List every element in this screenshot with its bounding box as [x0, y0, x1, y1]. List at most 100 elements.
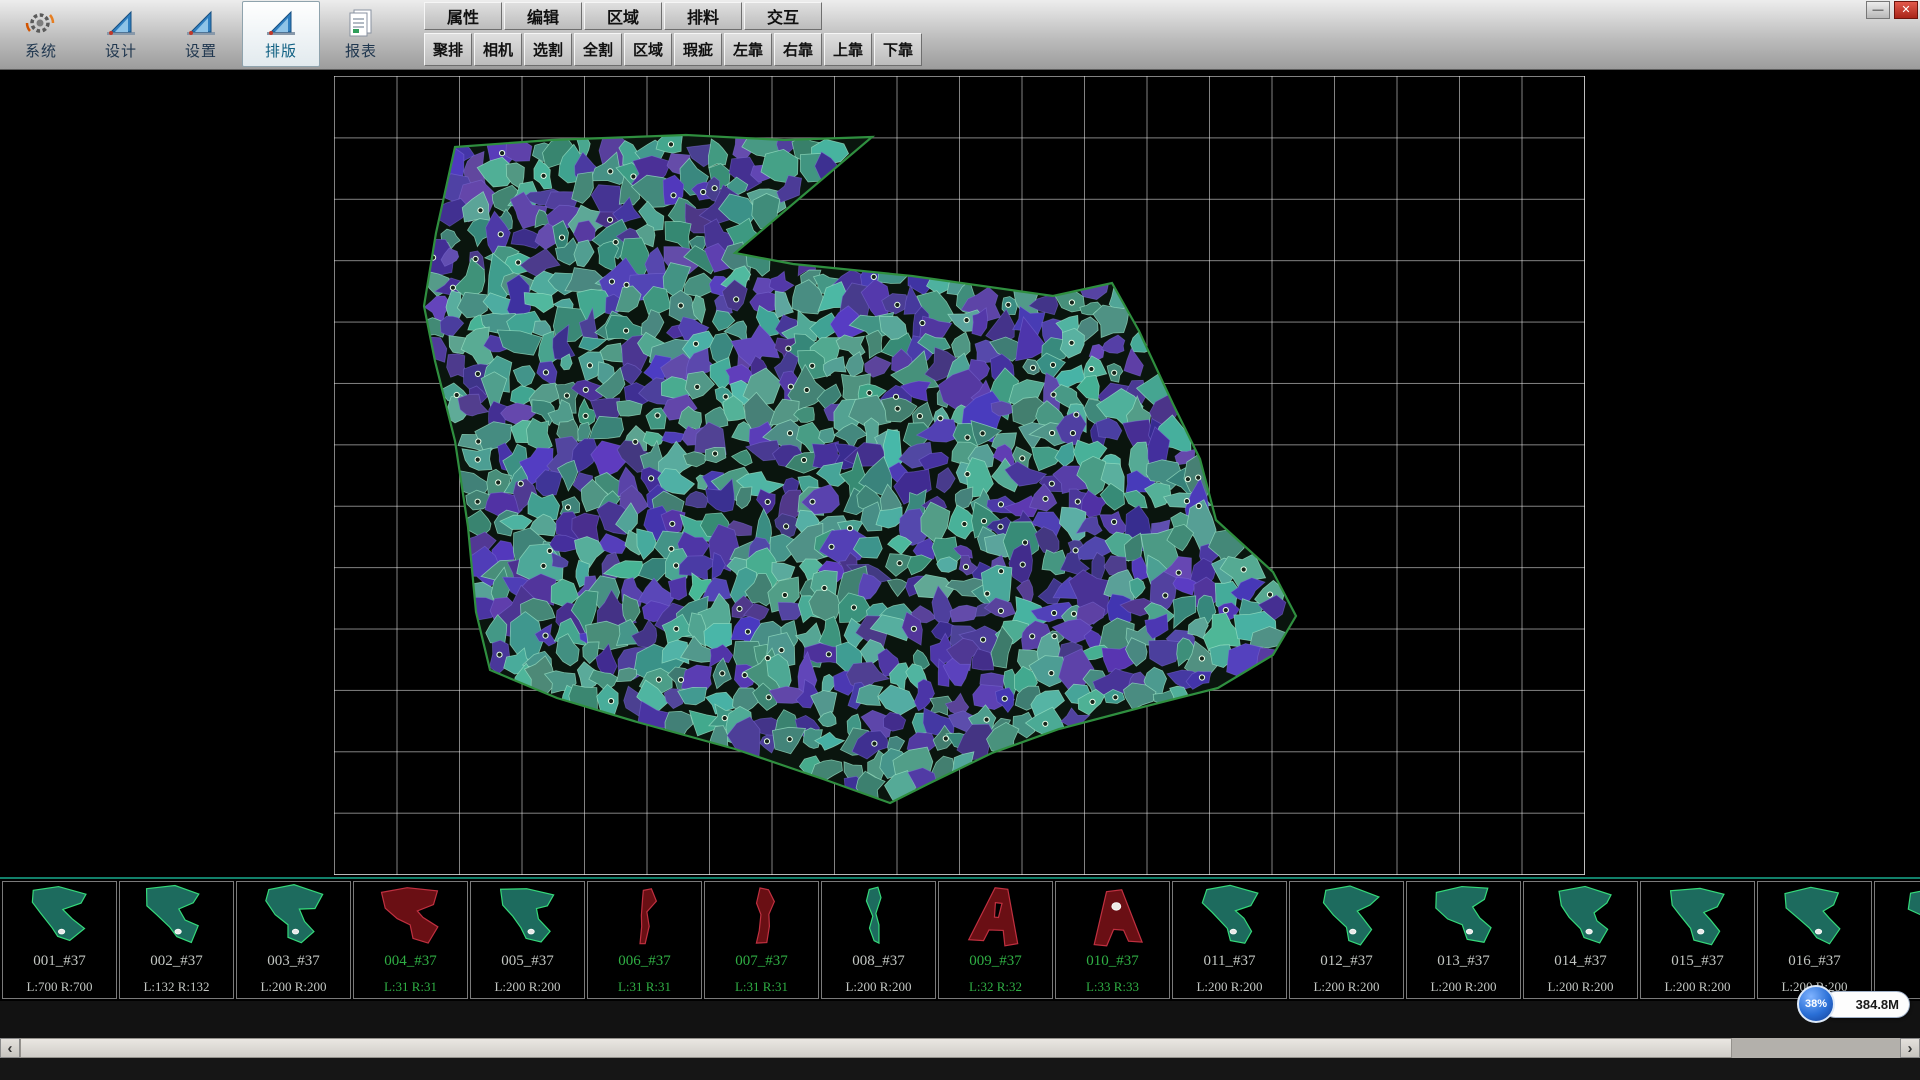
- piece-shape: [1410, 882, 1518, 952]
- piece-thumbnail-5[interactable]: 005_#37 L:200 R:200: [470, 881, 585, 999]
- piece-thumbnail-15[interactable]: 015_#37L:200 R:200: [1640, 881, 1755, 999]
- piece-label: 008_#37: [852, 953, 905, 970]
- piece-thumbnail-10[interactable]: 010_#37L:33 R:33: [1055, 881, 1170, 999]
- piece-lr-count: L:200 R:200: [494, 979, 560, 995]
- tool-button-7[interactable]: 右靠: [774, 33, 822, 66]
- piece-thumbnail-3[interactable]: 003_#37 L:200 R:200: [236, 881, 351, 999]
- app-toolbar: 系统 设计 设置 排版 报表: [2, 1, 402, 69]
- piece-thumbnail-4[interactable]: 004_#37 L:31 R:31: [353, 881, 468, 999]
- piece-label: 001_#37: [33, 953, 86, 970]
- piece-label: 009_#37: [969, 953, 1022, 970]
- nesting-icon: [265, 8, 297, 38]
- piece-label: 005_#37: [501, 953, 554, 970]
- piece-thumbnail-7[interactable]: 007_#37L:31 R:31: [704, 881, 819, 999]
- design-icon: [105, 8, 137, 38]
- app-toolbar-gear[interactable]: 系统: [2, 1, 80, 67]
- app-toolbar-label: 设计: [105, 40, 137, 61]
- app-toolbar-label: 排版: [265, 40, 297, 61]
- app-toolbar-label: 设置: [185, 40, 217, 61]
- settings-icon: [185, 8, 217, 38]
- app-toolbar-design[interactable]: 设计: [82, 1, 160, 67]
- panel-gap: [0, 1001, 1920, 1038]
- tool-button-bar: 聚排相机选割全割区域瑕疵左靠右靠上靠下靠: [424, 33, 924, 66]
- piece-shape: [474, 882, 582, 952]
- app-toolbar-report[interactable]: 报表: [322, 1, 400, 67]
- tool-button-5[interactable]: 瑕疵: [674, 33, 722, 66]
- menu-tab-4[interactable]: 交互: [744, 2, 822, 30]
- piece-shape: [825, 882, 933, 952]
- piece-lr-count: L:200 R:200: [1430, 979, 1496, 995]
- piece-thumbnail-6[interactable]: 006_#37 L:31 R:31: [587, 881, 702, 999]
- scroll-right-arrow[interactable]: ›: [1900, 1038, 1920, 1058]
- piece-lr-count: L:31 R:31: [618, 979, 671, 995]
- piece-shape: [708, 882, 816, 952]
- scrollbar-thumb[interactable]: [20, 1038, 1732, 1058]
- tool-button-0[interactable]: 聚排: [424, 33, 472, 66]
- piece-shape: [1059, 882, 1167, 952]
- piece-label: 004_#37: [384, 953, 437, 970]
- piece-label: 011_#37: [1204, 953, 1256, 970]
- piece-lr-count: L:200 R:200: [1196, 979, 1262, 995]
- leather-hide-layout: [0, 70, 1920, 877]
- piece-lr-count: L:200 R:200: [260, 979, 326, 995]
- piece-shape: [1176, 882, 1284, 952]
- toolbar-area: 系统设计设置排版报表 属性编辑区域排料交互 聚排相机选割全割区域瑕疵左靠右靠上靠…: [0, 0, 1920, 70]
- piece-shape: [123, 882, 231, 952]
- piece-label: 015_#37: [1671, 953, 1724, 970]
- piece-label: 012_#37: [1320, 953, 1373, 970]
- piece-label: 002_#37: [150, 953, 203, 970]
- minimize-button[interactable]: —: [1866, 1, 1890, 19]
- tool-button-6[interactable]: 左靠: [724, 33, 772, 66]
- piece-thumbnail-9[interactable]: 009_#37 L:32 R:32: [938, 881, 1053, 999]
- piece-shape: [357, 882, 465, 952]
- scroll-left-arrow[interactable]: ‹: [0, 1038, 20, 1058]
- menu-area: 属性编辑区域排料交互 聚排相机选割全割区域瑕疵左靠右靠上靠下靠: [424, 0, 924, 66]
- tool-button-3[interactable]: 全割: [574, 33, 622, 66]
- app-toolbar-label: 系统: [25, 40, 57, 61]
- piece-shape: [591, 882, 699, 952]
- tool-button-4[interactable]: 区域: [624, 33, 672, 66]
- tool-button-2[interactable]: 选割: [524, 33, 572, 66]
- pieces-panel: 001_#37L:700 R:700002_#37L:132 R:132003_…: [0, 877, 1920, 1001]
- piece-lr-count: L:32 R:32: [969, 979, 1022, 995]
- piece-thumbnail-12[interactable]: 012_#37L:200 R:200: [1289, 881, 1404, 999]
- piece-thumbnail-14[interactable]: 014_#37L:200 R:200: [1523, 881, 1638, 999]
- piece-shape: [1527, 882, 1635, 952]
- tool-button-8[interactable]: 上靠: [824, 33, 872, 66]
- menu-tab-0[interactable]: 属性: [424, 2, 502, 30]
- bottom-strip: [0, 1058, 1920, 1080]
- piece-shape: [1878, 882, 1920, 952]
- menu-tab-1[interactable]: 编辑: [504, 2, 582, 30]
- piece-lr-count: L:700 R:700: [26, 979, 92, 995]
- piece-thumbnail-11[interactable]: 011_#37 L:200 R:200: [1172, 881, 1287, 999]
- gear-icon: [25, 8, 57, 38]
- menu-tab-3[interactable]: 排料: [664, 2, 742, 30]
- close-button[interactable]: ✕: [1894, 1, 1918, 19]
- piece-lr-count: L:33 R:33: [1086, 979, 1139, 995]
- memory-usage: 384.8M: [1822, 991, 1910, 1018]
- tool-button-1[interactable]: 相机: [474, 33, 522, 66]
- piece-shape: [942, 882, 1050, 952]
- window-controls: — ✕: [1866, 1, 1918, 19]
- piece-thumbnail-1[interactable]: 001_#37 L:700 R:700: [2, 881, 117, 999]
- piece-label: 016_#37: [1788, 953, 1841, 970]
- menu-tab-2[interactable]: 区域: [584, 2, 662, 30]
- piece-shape: [240, 882, 348, 952]
- tool-button-9[interactable]: 下靠: [874, 33, 922, 66]
- piece-thumbnail-16[interactable]: 016_#37L:200 R:200: [1757, 881, 1872, 999]
- horizontal-scrollbar[interactable]: ‹ ›: [0, 1038, 1920, 1058]
- app-toolbar-settings[interactable]: 设置: [162, 1, 240, 67]
- piece-thumbnail-2[interactable]: 002_#37L:132 R:132: [119, 881, 234, 999]
- piece-label: 006_#37: [618, 953, 671, 970]
- piece-shape: [1761, 882, 1869, 952]
- piece-thumbnail-13[interactable]: 013_#37L:200 R:200: [1406, 881, 1521, 999]
- piece-lr-count: L:31 R:31: [384, 979, 437, 995]
- piece-label: 003_#37: [267, 953, 320, 970]
- app-toolbar-label: 报表: [345, 40, 377, 61]
- piece-shape: [6, 882, 114, 952]
- nesting-canvas[interactable]: [0, 70, 1920, 877]
- piece-shape: [1293, 882, 1401, 952]
- app-toolbar-nesting[interactable]: 排版: [242, 1, 320, 67]
- piece-thumbnail-17[interactable]: [1874, 881, 1920, 999]
- piece-thumbnail-8[interactable]: 008_#37L:200 R:200: [821, 881, 936, 999]
